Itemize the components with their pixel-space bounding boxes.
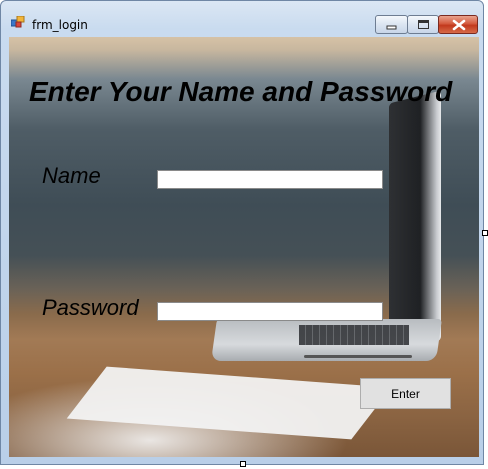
window-title: frm_login: [32, 18, 88, 32]
close-button[interactable]: [438, 15, 478, 34]
password-input[interactable]: [157, 302, 383, 321]
app-form-icon: [11, 16, 25, 28]
maximize-icon: [418, 20, 429, 29]
form-client-area: Enter Your Name and Password Name Passwo…: [9, 37, 479, 457]
resize-handle-bottom[interactable]: [240, 461, 246, 467]
close-icon: [452, 19, 466, 31]
title-bar[interactable]: frm_login: [1, 1, 483, 37]
name-label: Name: [42, 163, 101, 188]
resize-handle-right[interactable]: [482, 230, 488, 236]
password-label: Password: [42, 295, 139, 320]
enter-button[interactable]: Enter: [360, 378, 451, 409]
name-input[interactable]: [157, 170, 383, 189]
form-heading: Enter Your Name and Password: [29, 76, 453, 107]
background-laptop-keyboard: [299, 325, 409, 345]
background-laptop-edge: [304, 355, 412, 358]
minimize-icon: [386, 25, 397, 30]
background-laptop-screen: [389, 90, 441, 354]
login-window: frm_login Enter Your Name and Password N…: [0, 0, 484, 465]
background-paper-sheet: [66, 366, 392, 440]
minimize-button[interactable]: [375, 15, 408, 34]
maximize-button[interactable]: [407, 15, 439, 34]
